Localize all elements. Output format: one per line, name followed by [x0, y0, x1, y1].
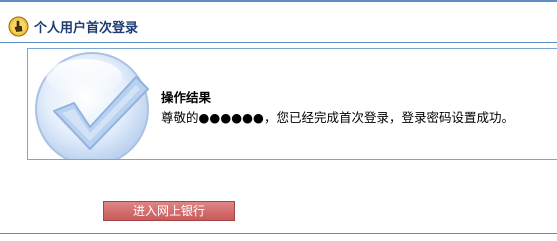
header-divider [0, 42, 557, 43]
top-rule [0, 0, 557, 2]
page-header: 个人用户首次登录 [8, 14, 138, 38]
result-message: 尊敬的●●●●●●，您已经完成首次登录，登录密码设置成功。 [161, 110, 514, 125]
page-title: 个人用户首次登录 [34, 20, 139, 36]
enter-online-banking-button[interactable]: 进入网上银行 [103, 201, 235, 221]
result-panel: 操作结果 尊敬的●●●●●●，您已经完成首次登录，登录密码设置成功。 [27, 48, 557, 160]
hand-pointer-icon [8, 16, 29, 37]
checkmark-icon [35, 52, 149, 159]
bottom-rule [0, 233, 557, 234]
result-title: 操作结果 [161, 90, 212, 105]
